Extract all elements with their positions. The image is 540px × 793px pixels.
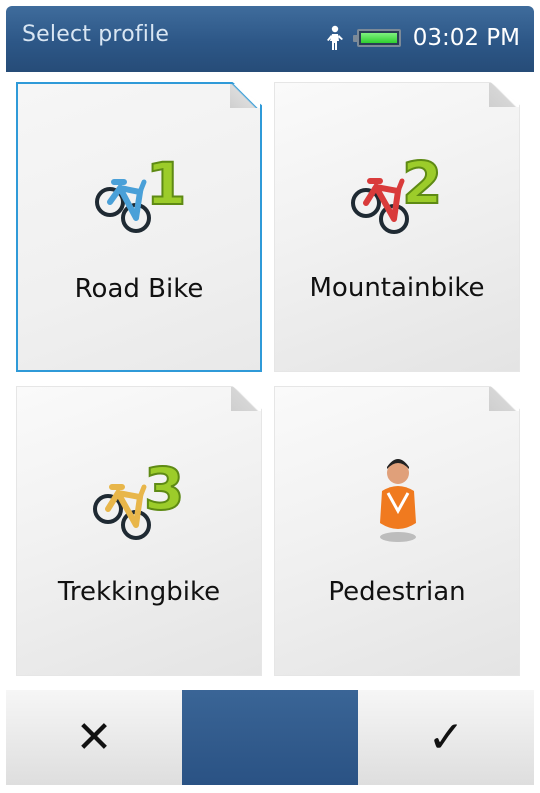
pedestrian-icon [325,25,345,51]
profile-label: Road Bike [74,274,204,304]
battery-level [360,33,397,43]
device-screen: Select profile 03:02 PM 1 Road Bike 2 Mo… [0,0,540,793]
profile-label: Trekkingbike [57,577,221,607]
profile-tile-pedestrian[interactable]: Pedestrian [274,386,520,676]
profile-label: Mountainbike [309,273,485,303]
page-title: Select profile [22,22,170,47]
clock-time: 03:02 PM [412,25,520,51]
profile-tile-road-bike[interactable]: 1 Road Bike [16,82,262,372]
tile-fold [231,387,261,411]
header-bar: Select profile 03:02 PM [6,6,534,72]
battery-icon [352,29,401,47]
bottom-toolbar: ✕ ✓ [6,690,534,785]
status-area: 03:02 PM [325,20,520,56]
close-icon: ✕ [75,712,113,763]
tile-fold [489,83,519,107]
profile-label: Pedestrian [328,577,466,607]
profile-tile-trekkingbike[interactable]: 3 Trekkingbike [16,386,262,676]
middle-button[interactable] [182,690,358,785]
profile-number-1: 1 [146,150,186,218]
mountain-bike-icon: 2 [342,135,452,245]
tile-fold [230,84,260,108]
tile-fold [489,387,519,411]
profile-number-3: 3 [144,455,184,523]
confirm-button[interactable]: ✓ [358,690,534,785]
trekking-bike-icon: 3 [84,439,194,549]
road-bike-icon: 1 [84,136,194,246]
profile-tile-mountainbike[interactable]: 2 Mountainbike [274,82,520,372]
profile-number-2: 2 [402,149,442,217]
pedestrian-icon [342,439,452,549]
check-icon: ✓ [427,712,465,763]
cancel-button[interactable]: ✕ [6,690,182,785]
